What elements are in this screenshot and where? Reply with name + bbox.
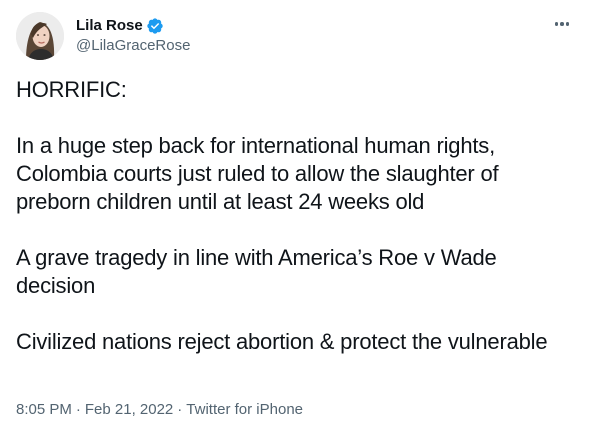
tweet-time: 8:05 PM xyxy=(16,401,72,418)
avatar[interactable] xyxy=(16,12,64,60)
tweet-date: Feb 21, 2022 xyxy=(84,401,174,418)
tweet-paragraph: A grave tragedy in line with America’s R… xyxy=(16,245,497,298)
display-name[interactable]: Lila Rose xyxy=(76,16,143,36)
tweet-header: Lila Rose @LilaGraceRose xyxy=(16,12,577,60)
tweet-meta: 8:05 PM · Feb 21, 2022 · Twitter for iPhone xyxy=(16,400,303,420)
tweet-paragraph: In a huge step back for international hu… xyxy=(16,133,499,214)
verified-badge-icon xyxy=(146,17,164,35)
more-options-button[interactable] xyxy=(547,12,577,36)
tweet: Lila Rose @LilaGraceRose HORRIFIC: In a … xyxy=(0,0,593,431)
avatar-photo-icon xyxy=(16,12,64,60)
name-row: Lila Rose xyxy=(76,16,190,36)
tweet-text: HORRIFIC: In a huge step back for intern… xyxy=(16,76,576,356)
more-horizontal-icon xyxy=(554,22,570,26)
author-handle[interactable]: @LilaGraceRose xyxy=(76,36,190,56)
author-names: Lila Rose @LilaGraceRose xyxy=(76,16,190,56)
meta-separator: · xyxy=(75,401,81,418)
tweet-paragraph: Civilized nations reject abortion & prot… xyxy=(16,329,548,354)
tweet-time-link[interactable]: 8:05 PM · Feb 21, 2022 xyxy=(16,401,173,418)
tweet-paragraph: HORRIFIC: xyxy=(16,77,127,102)
meta-separator: · xyxy=(177,401,183,418)
tweet-source-link[interactable]: Twitter for iPhone xyxy=(186,401,303,418)
